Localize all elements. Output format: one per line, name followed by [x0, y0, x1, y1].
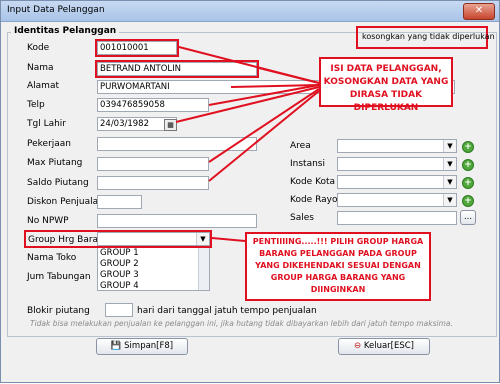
- callout-isi-data: ISI DATA PELANGGAN, KOSONGKAN DATA YANG …: [319, 57, 453, 113]
- input-pelanggan-window: Input Data Pelanggan ✕ Identitas Pelangg…: [0, 0, 500, 383]
- callout-group-harga: PENTIIIING.....!!! PILIH GROUP HARGA BAR…: [245, 232, 431, 301]
